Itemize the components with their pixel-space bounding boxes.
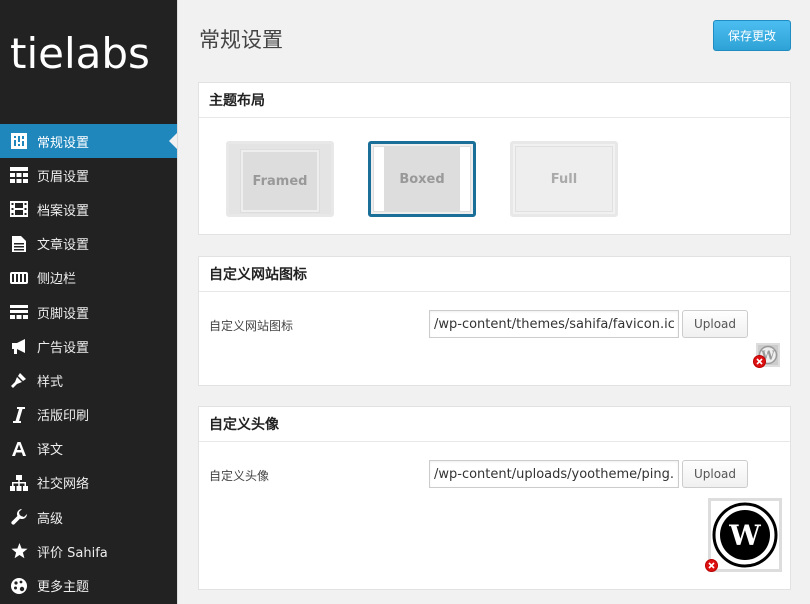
sidebar-item-ads[interactable]: 广告设置 bbox=[0, 329, 177, 363]
layout-option-boxed[interactable]: Boxed bbox=[368, 141, 476, 217]
panel-title: 主题布局 bbox=[199, 83, 790, 118]
custom-avatar-panel: 自定义头像 自定义头像 Upload W bbox=[198, 406, 791, 590]
avatar-url-input[interactable] bbox=[429, 460, 679, 488]
wrench-icon bbox=[9, 507, 29, 527]
brush-icon bbox=[9, 370, 29, 390]
sidebar-item-label: 侧边栏 bbox=[37, 272, 77, 288]
sidebar-item-rate[interactable]: 评价 Sahifa bbox=[0, 534, 177, 568]
favicon-upload-button[interactable]: Upload bbox=[682, 310, 748, 338]
sidebar-item-label: 常规设置 bbox=[37, 135, 90, 151]
sidebar: tielabs 常规设置 页眉设置 档案设置 文章设置 侧边栏 页脚设置 广告设… bbox=[0, 0, 177, 604]
sidebar-item-style[interactable]: 样式 bbox=[0, 363, 177, 397]
translate-a-icon bbox=[9, 439, 29, 459]
sidebar-item-label: 高级 bbox=[37, 511, 64, 527]
panel-title: 自定义头像 bbox=[199, 407, 790, 442]
layout-option-full[interactable]: Full bbox=[510, 141, 618, 217]
layout-option-label: Framed bbox=[240, 149, 320, 213]
main-content: 常规设置 保存更改 主题布局 Framed Boxed Full 自定义网站图标… bbox=[177, 0, 810, 604]
sidebar-item-label: 广告设置 bbox=[37, 340, 90, 356]
palette-icon bbox=[9, 576, 29, 596]
avatar-field-label: 自定义头像 bbox=[209, 469, 270, 483]
favicon-url-input[interactable] bbox=[429, 310, 679, 338]
remove-avatar-icon[interactable] bbox=[705, 559, 718, 572]
tielabs-logo: tielabs bbox=[10, 30, 170, 78]
favicon-field-label: 自定义网站图标 bbox=[209, 319, 294, 333]
page-title: 常规设置 bbox=[199, 28, 283, 52]
avatar-upload-button[interactable]: Upload bbox=[682, 460, 748, 488]
star-icon bbox=[9, 541, 29, 561]
sidebar-item-label: 文章设置 bbox=[37, 238, 90, 254]
general-settings-icon bbox=[9, 131, 29, 151]
layout-option-label: Full bbox=[515, 146, 613, 212]
article-doc-icon bbox=[9, 234, 29, 254]
sidebar-item-general[interactable]: 常规设置 bbox=[0, 124, 177, 159]
sidebar-item-social[interactable]: 社交网络 bbox=[0, 466, 177, 500]
sitemap-icon bbox=[9, 473, 29, 493]
megaphone-icon bbox=[9, 336, 29, 356]
header-grid-icon bbox=[9, 165, 29, 185]
theme-layout-panel: 主题布局 Framed Boxed Full bbox=[198, 82, 791, 235]
sidebar-menu: 常规设置 页眉设置 档案设置 文章设置 侧边栏 页脚设置 广告设置 样式 活版印… bbox=[0, 124, 177, 603]
sidebar-item-archive[interactable]: 档案设置 bbox=[0, 192, 177, 226]
sidebar-item-label: 活版印刷 bbox=[37, 409, 90, 425]
sidebar-item-footer[interactable]: 页脚设置 bbox=[0, 295, 177, 329]
svg-text:tielabs: tielabs bbox=[10, 30, 150, 78]
sidebar-item-label: 页脚设置 bbox=[37, 306, 90, 322]
sidebar-item-label: 样式 bbox=[37, 374, 64, 390]
italic-icon bbox=[9, 405, 29, 425]
sidebar-item-typography[interactable]: 活版印刷 bbox=[0, 398, 177, 432]
sidebar-item-header[interactable]: 页眉设置 bbox=[0, 158, 177, 192]
sidebar-item-label: 更多主题 bbox=[37, 580, 90, 596]
save-changes-button[interactable]: 保存更改 bbox=[713, 20, 791, 51]
remove-favicon-icon[interactable] bbox=[753, 355, 766, 368]
sidebar-item-label: 页眉设置 bbox=[37, 169, 90, 185]
sidebar-item-article[interactable]: 文章设置 bbox=[0, 227, 177, 261]
sidebar-item-more-themes[interactable]: 更多主题 bbox=[0, 568, 177, 602]
custom-favicon-panel: 自定义网站图标 自定义网站图标 Upload W bbox=[198, 256, 791, 386]
avatar-preview-image: W bbox=[708, 498, 782, 572]
sidebar-item-label: 档案设置 bbox=[37, 203, 90, 219]
panel-title: 自定义网站图标 bbox=[199, 257, 790, 292]
sidebar-item-sidebar[interactable]: 侧边栏 bbox=[0, 261, 177, 295]
sidebar-item-translation[interactable]: 译文 bbox=[0, 432, 177, 466]
sidebar-item-label: 译文 bbox=[37, 443, 64, 459]
svg-text:W: W bbox=[728, 519, 761, 552]
sidebar-item-advanced[interactable]: 高级 bbox=[0, 500, 177, 534]
sidebar-item-label: 社交网络 bbox=[37, 477, 90, 493]
archive-film-icon bbox=[9, 199, 29, 219]
sidebar-icon bbox=[9, 268, 29, 288]
footer-icon bbox=[9, 302, 29, 322]
layout-option-framed[interactable]: Framed bbox=[226, 141, 334, 217]
sidebar-item-label: 评价 Sahifa bbox=[37, 545, 108, 561]
layout-option-label: Boxed bbox=[385, 146, 459, 212]
